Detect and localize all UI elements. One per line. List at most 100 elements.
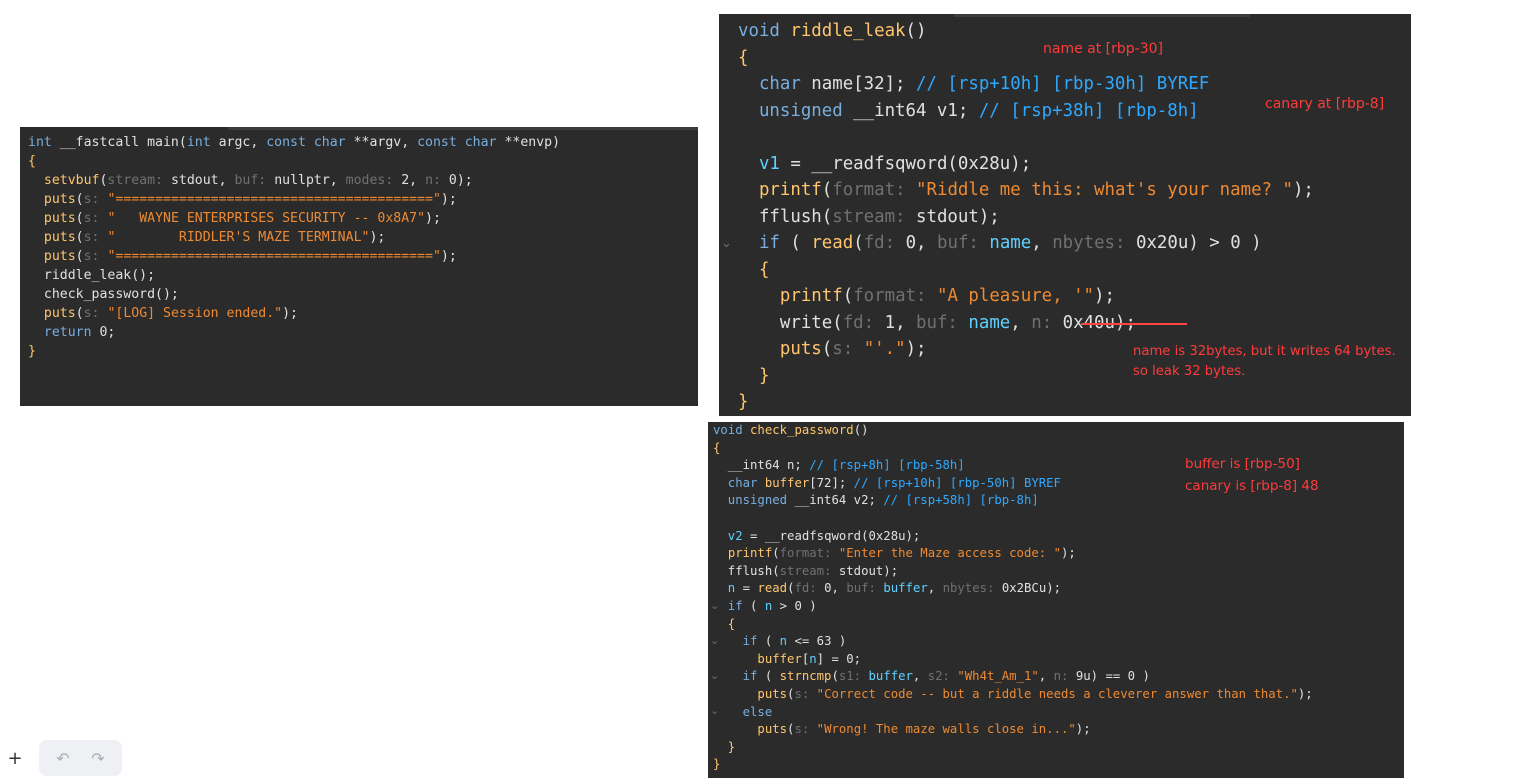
code-line: v1 = __readfsqword(0x28u); <box>738 151 1314 178</box>
chevron-down-icon[interactable]: ⌄ <box>710 634 719 647</box>
code-token: n <box>764 598 780 613</box>
code-token: stream: <box>779 563 839 578</box>
code-token: riddle_leak(); <box>28 268 156 283</box>
code-token: format: <box>779 546 839 561</box>
code-token: stream: <box>832 206 916 227</box>
panel-top-border <box>228 127 698 130</box>
code-token: buffer <box>764 475 810 490</box>
code-line: } <box>713 756 1313 774</box>
code-token: name <box>968 312 1011 333</box>
code-token: 0; <box>99 325 116 340</box>
code-token: puts <box>43 249 76 264</box>
code-token: ( <box>821 180 833 200</box>
code-token: fflush( <box>713 563 780 578</box>
code-token: , <box>912 669 928 684</box>
code-token: n <box>809 651 817 666</box>
code-line: printf(format: "Enter the Maze access co… <box>713 545 1313 563</box>
code-token: char <box>738 74 812 94</box>
annotation-leak-note-2: so leak 32 bytes. <box>1133 364 1246 379</box>
code-token: int <box>186 135 219 150</box>
chevron-down-icon[interactable]: ⌄ <box>721 236 732 251</box>
code-line: char name[32]; // [rsp+10h] [rbp-30h] BY… <box>738 71 1314 98</box>
code-token: printf <box>758 180 822 200</box>
code-token: ); <box>1094 286 1115 306</box>
code-token: { <box>738 259 770 280</box>
code-line: { <box>28 152 560 171</box>
code-token: ); <box>1075 722 1091 737</box>
undo-button[interactable]: ↶ <box>48 746 78 770</box>
code-token: "[LOG] Session ended." <box>107 306 283 321</box>
code-token: int <box>28 135 60 150</box>
code-token: ); <box>425 211 441 226</box>
code-token: printf <box>727 546 773 561</box>
code-token: } <box>28 344 36 359</box>
add-button[interactable]: + <box>2 746 28 770</box>
code-token: puts <box>43 192 76 207</box>
code-token: ( <box>764 669 780 684</box>
code-token: ); <box>1297 686 1313 701</box>
code-token: const char <box>417 135 505 150</box>
code-token: if <box>738 233 791 253</box>
code-token: const char <box>266 135 354 150</box>
code-line: puts(s: "Correct code -- but a riddle ne… <box>713 686 1313 704</box>
code-line: void check_password() <box>713 422 1313 440</box>
code-token: nbytes: <box>1052 233 1136 253</box>
code-token: buffer <box>757 651 802 666</box>
code-line: { <box>738 257 1314 284</box>
code-token: puts <box>779 339 822 359</box>
code-token: write( <box>738 312 843 333</box>
code-line: { <box>713 616 1313 634</box>
code-token: ( <box>75 211 84 226</box>
code-token: v2 <box>713 528 751 543</box>
code-token: format: <box>853 286 937 306</box>
code-token: , <box>1031 233 1053 253</box>
code-line: puts(s: "===============================… <box>28 190 560 209</box>
code-token: > 0 ) <box>779 598 817 613</box>
code-token: "Wrong! The maze walls close in..." <box>816 722 1076 737</box>
code-token: , <box>1010 312 1032 333</box>
code-token: puts <box>43 230 76 245</box>
code-token: ); <box>440 249 457 264</box>
code-token: ( <box>772 546 780 561</box>
code-line: check_password(); <box>28 285 560 304</box>
code-token: setvbuf <box>43 173 100 188</box>
chevron-down-icon[interactable]: ⌄ <box>710 599 719 612</box>
code-token: __int64 n; <box>713 458 810 473</box>
chevron-down-icon[interactable]: ⌄ <box>710 704 719 717</box>
code-token: ( <box>75 192 84 207</box>
code-line: puts(s: "Wrong! The maze walls close in.… <box>713 721 1313 739</box>
history-controls: ↶ ↷ <box>39 740 122 776</box>
code-token: nbytes: <box>942 581 1002 596</box>
code-token: s: <box>83 306 108 321</box>
code-token: if <box>713 634 765 649</box>
code-line: puts(s: "===============================… <box>28 247 560 266</box>
code-token: n <box>713 581 743 596</box>
code-line: unsigned __int64 v2; // [rsp+58h] [rbp-8… <box>713 492 1313 510</box>
code-token: s: <box>794 722 817 737</box>
code-block: int __fastcall main(int argc, const char… <box>28 133 560 361</box>
code-token: ); <box>1292 180 1314 200</box>
code-line: fflush(stream: stdout); <box>713 563 1313 581</box>
code-token: " RIDDLER'S MAZE TERMINAL" <box>107 230 370 245</box>
code-token: name[32]; <box>811 74 916 94</box>
code-token: argc, <box>218 135 267 150</box>
code-line: riddle_leak(); <box>28 266 560 285</box>
code-token: return <box>28 325 100 340</box>
code-token: "A pleasure, '" <box>936 286 1095 306</box>
code-token: ( <box>750 598 765 613</box>
code-token: , <box>1038 669 1054 684</box>
code-token: name <box>989 233 1032 253</box>
code-token: buf: <box>234 173 275 188</box>
chevron-down-icon[interactable]: ⌄ <box>710 669 719 682</box>
code-token: puts <box>757 686 788 701</box>
code-token: **envp) <box>504 135 561 150</box>
code-token: } <box>738 392 749 412</box>
redo-button[interactable]: ↷ <box>83 746 113 770</box>
code-token: "Enter the Maze access code: " <box>838 546 1061 561</box>
